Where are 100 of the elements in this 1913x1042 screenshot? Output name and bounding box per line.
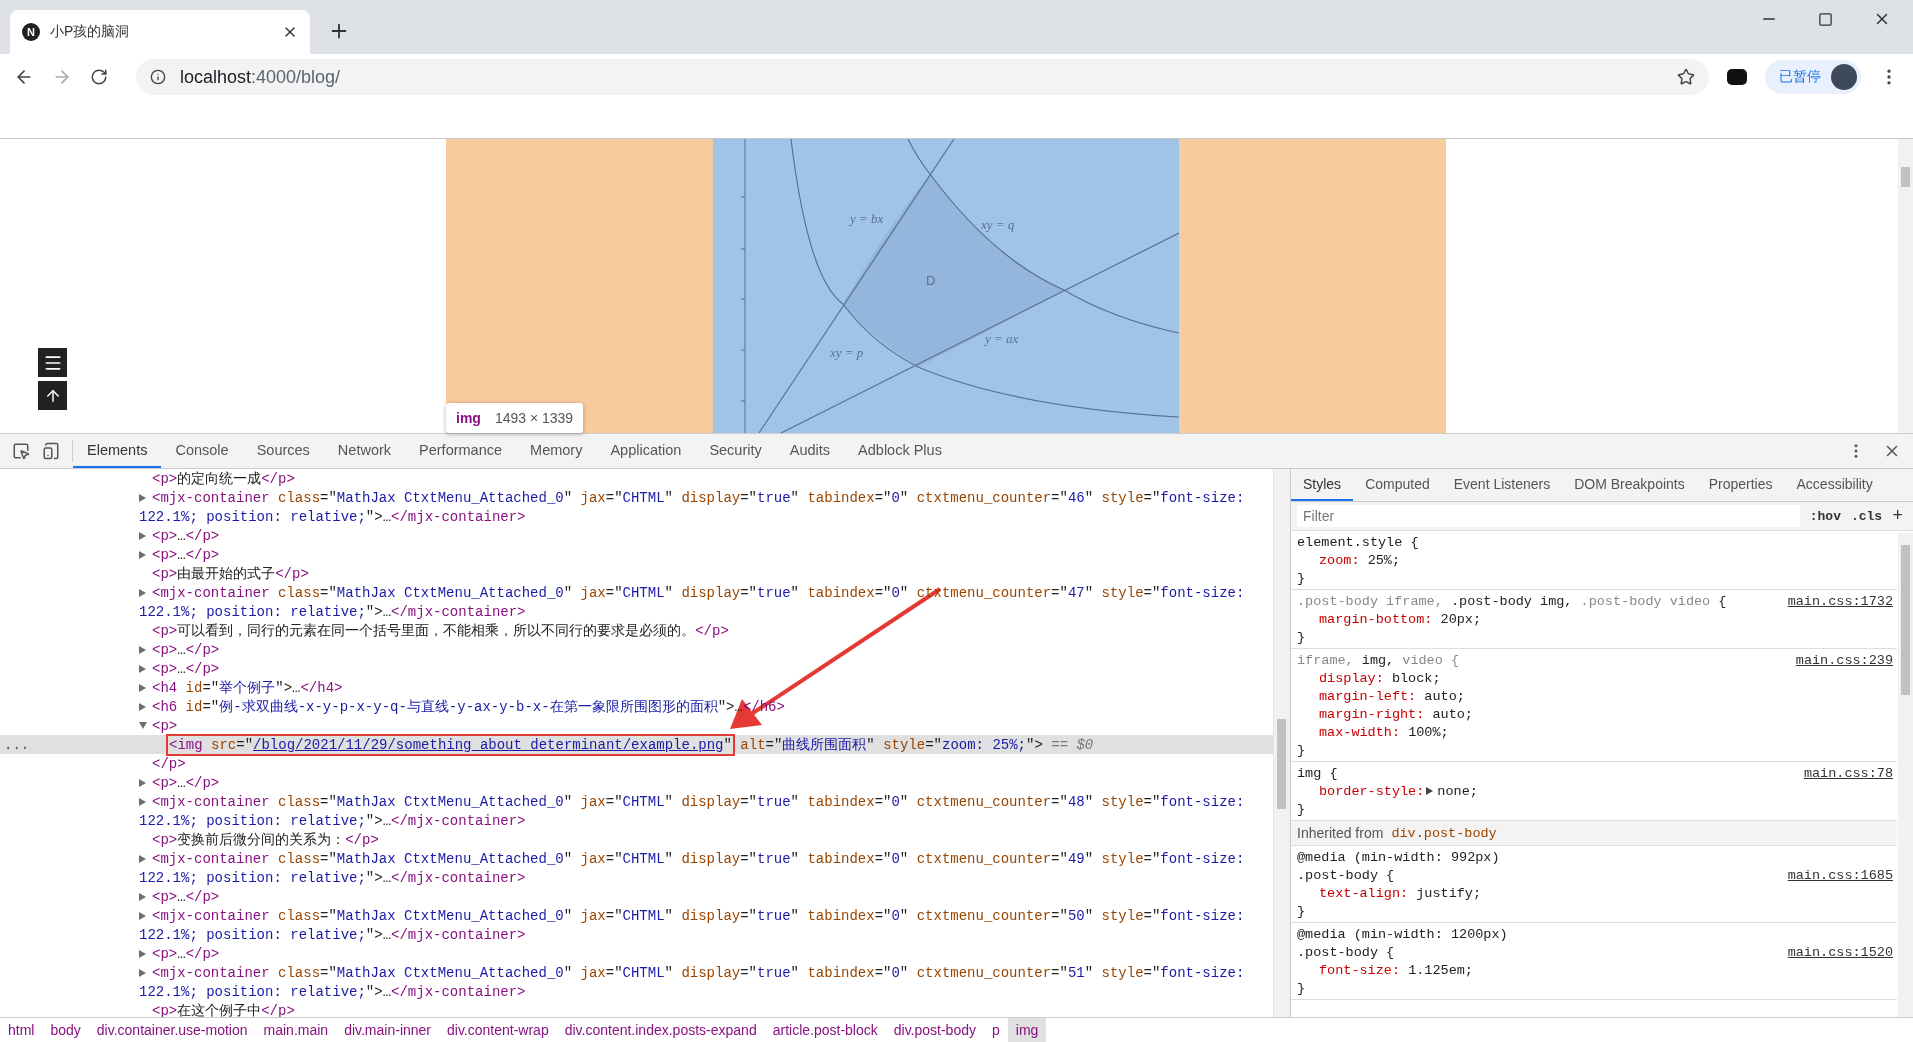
expand-triangle-icon[interactable] [139,778,146,787]
css-value[interactable]: 100%; [1408,724,1449,740]
expand-triangle-icon[interactable] [139,949,146,958]
devtools-tab[interactable]: Console [161,434,243,468]
row-menu-dots[interactable]: ... [4,736,30,753]
profile-button[interactable]: 已暂停 [1765,60,1861,94]
extension-icon[interactable] [1727,69,1747,85]
dom-tree-row[interactable]: <p>…</p> [0,887,1273,906]
expand-triangle-icon[interactable] [139,797,146,806]
inherited-source[interactable]: div.post-body [1391,825,1497,841]
css-property[interactable]: border-style: [1319,783,1425,799]
styles-tab[interactable]: Event Listeners [1441,469,1563,501]
hov-toggle[interactable]: :hov [1809,508,1841,524]
expand-triangle-icon[interactable] [139,493,146,502]
expand-triangle-icon[interactable] [139,588,146,597]
expand-triangle-icon[interactable] [139,702,146,711]
dom-tree-row[interactable]: <p>…</p> [0,659,1273,678]
expand-triangle-icon[interactable] [139,645,146,654]
devtools-tab[interactable]: Adblock Plus [844,434,956,468]
device-icon[interactable] [42,442,60,460]
filter-field[interactable]: Filter [1297,505,1800,527]
expand-triangle-icon[interactable] [139,531,146,540]
devtools-tab[interactable]: Security [695,434,776,468]
css-value[interactable]: auto; [1424,688,1465,704]
css-property[interactable]: max-width: [1319,724,1400,740]
css-value[interactable]: justify; [1416,885,1482,901]
source-link[interactable]: main.css:1685 [1787,867,1897,883]
devtools-tab[interactable]: Sources [242,434,324,468]
breadcrumb[interactable]: body [42,1018,89,1042]
css-value[interactable]: block; [1391,670,1441,686]
breadcrumb[interactable]: div.content-wrap [439,1018,557,1042]
devtools-tab[interactable]: Elements [73,434,162,468]
devtools-tab[interactable]: Performance [405,434,517,468]
expand-triangle-icon[interactable] [1426,787,1434,795]
breadcrumb[interactable]: div.post-body [885,1018,984,1042]
breadcrumb[interactable]: article.post-block [764,1018,886,1042]
css-value[interactable]: auto; [1432,706,1473,722]
dom-tree-row[interactable]: ... <img src="/blog/2021/11/29/something_about_determinant/example.png" alt="曲线所围面积" style="zoom: 25%;"> == $0 [0,735,1273,754]
elements-scrollbar[interactable] [1273,469,1290,1017]
css-value[interactable]: none; [1437,783,1478,799]
expand-triangle-icon[interactable] [139,550,146,559]
styles-tab[interactable]: Properties [1696,469,1785,501]
devtools-tab[interactable]: Audits [775,434,845,468]
styles-tab[interactable]: Computed [1353,469,1442,501]
dom-tree-row[interactable]: <mjx-container class="MathJax CtxtMenu_Attached_0" jax="CHTML" display="true" tabindex="0" ctxtmenu_counter="50" style="font-size: [0,906,1273,925]
styles-tab[interactable]: Accessibility [1784,469,1885,501]
dom-tree-row[interactable]: <p>可以看到，同行的元素在同一个括号里面，不能相乘，所以不同行的要求是必须的。</p> [0,621,1273,640]
address-field[interactable]: localhost:4000/blog/ [136,59,1709,95]
source-link[interactable]: main.css:1520 [1787,944,1897,960]
page-scrollbar[interactable] [1898,139,1913,433]
expand-triangle-icon[interactable] [139,854,146,863]
dom-tree-row[interactable]: <mjx-container class="MathJax CtxtMenu_Attached_0" jax="CHTML" display="true" tabindex="0" ctxtmenu_counter="48" style="font-size: [0,792,1273,811]
expand-triangle-icon[interactable] [139,911,146,920]
dom-tree-row[interactable]: <mjx-container class="MathJax CtxtMenu_Attached_0" jax="CHTML" display="true" tabindex="0" ctxtmenu_counter="49" style="font-size: [0,849,1273,868]
css-property[interactable]: margin-left: [1319,688,1417,704]
expand-triangle-icon[interactable] [139,683,146,692]
source-link[interactable]: main.css:1732 [1787,593,1897,609]
reload-icon[interactable] [90,68,108,86]
css-property[interactable]: zoom: [1319,552,1360,568]
devtools-tab[interactable]: Application [596,434,696,468]
dom-tree-row[interactable]: <p>…</p> [0,526,1273,545]
maximize-icon[interactable] [1818,10,1833,28]
styles-scrollbar[interactable] [1898,533,1913,1017]
css-value[interactable]: 1.125em; [1408,962,1473,978]
dom-tree-row[interactable]: <p>…</p> [0,545,1273,564]
breadcrumb[interactable]: div.container.use-motion [88,1018,256,1042]
breadcrumb[interactable]: div.content.index.posts-expand [556,1018,765,1042]
dom-tree-row[interactable]: <p>…</p> [0,944,1273,963]
styles-tab[interactable]: DOM Breakpoints [1562,469,1697,501]
css-value[interactable]: 25%; [1367,552,1401,568]
dom-tree-row[interactable]: <p>变换前后微分间的关系为：</p> [0,830,1273,849]
dom-tree-row[interactable]: <p>…</p> [0,640,1273,659]
css-value[interactable]: 20px; [1440,611,1482,627]
dom-tree-row[interactable]: <p>在这个例子中</p> [0,1001,1273,1017]
breadcrumb[interactable]: div.main-inner [336,1018,439,1042]
css-property[interactable]: text-align: [1319,885,1409,901]
menu-icon[interactable] [38,348,67,377]
back-to-top-icon[interactable] [38,381,67,410]
dom-tree-row[interactable]: <p>由最开始的式子</p> [0,564,1273,583]
new-rule-button[interactable]: + [1892,506,1903,526]
css-property[interactable]: margin-bottom: [1319,611,1433,627]
breadcrumb[interactable]: img [1007,1018,1047,1042]
dom-tree-row[interactable]: <mjx-container class="MathJax CtxtMenu_Attached_0" jax="CHTML" display="true" tabindex="0" ctxtmenu_counter="46" style="font-size: [0,488,1273,507]
dom-tree-row[interactable]: <p>的定向统一成</p> [0,469,1273,488]
cls-toggle[interactable]: .cls [1850,508,1883,524]
source-link[interactable]: main.css:239 [1795,652,1897,668]
breadcrumb[interactable]: p [983,1018,1008,1042]
dom-tree-row[interactable]: <h4 id="举个例子">…</h4> [0,678,1273,697]
breadcrumb[interactable]: html [0,1018,43,1042]
inspect-icon[interactable] [12,442,30,460]
css-property[interactable]: display: [1319,670,1384,686]
css-property[interactable]: margin-right: [1319,706,1425,722]
browser-tab[interactable]: N 小P孩的脑洞 [10,10,310,54]
devtools-tab[interactable]: Network [323,434,406,468]
expand-triangle-icon[interactable] [139,892,146,901]
expand-triangle-icon[interactable] [139,664,146,673]
expand-triangle-icon[interactable] [139,968,146,977]
dom-tree-row[interactable]: <p>…</p> [0,773,1273,792]
breadcrumb[interactable]: main.main [255,1018,337,1042]
css-property[interactable]: font-size: [1319,962,1400,978]
